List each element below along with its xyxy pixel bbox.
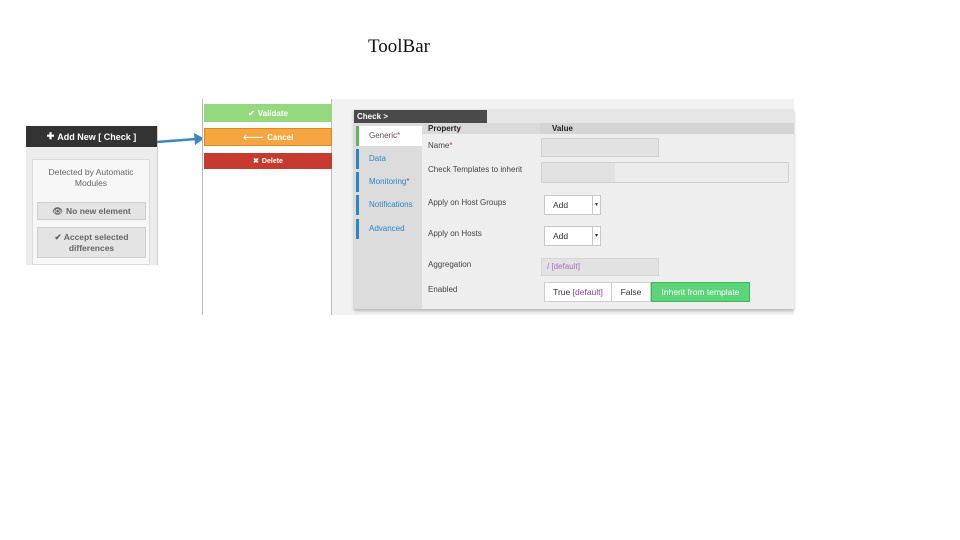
property-column-header: Property bbox=[422, 123, 540, 134]
add-new-label: Add New [ Check ] bbox=[57, 131, 137, 142]
aggregation-label: Aggregation bbox=[428, 260, 472, 269]
arrow-left-icon: 🡐 bbox=[242, 133, 265, 142]
left-toolbar: ✚ Add New [ Check ] Detected by Automati… bbox=[26, 126, 158, 265]
tab-notifications[interactable]: Notifications bbox=[356, 195, 422, 215]
caret-icon: ▾ bbox=[592, 195, 600, 215]
delete-label: Delete bbox=[261, 157, 283, 165]
no-new-element-button[interactable]: 👁 No new element bbox=[37, 202, 146, 220]
enabled-true-option[interactable]: True [default] bbox=[544, 282, 612, 302]
detected-panel: Detected by Automatic Modules 👁 No new e… bbox=[32, 159, 150, 265]
required-marker: * bbox=[406, 177, 410, 186]
slide-title: ToolBar bbox=[368, 36, 430, 57]
enabled-false-option[interactable]: False bbox=[611, 282, 651, 302]
value-column-header: Value bbox=[540, 123, 794, 134]
tab-monitoring[interactable]: Monitoring* bbox=[356, 172, 422, 192]
x-icon: ✖ bbox=[253, 158, 259, 165]
hosts-select[interactable]: Add ▾ bbox=[544, 226, 601, 246]
templates-label: Check Templates to inherit bbox=[428, 165, 523, 174]
tabs-column: Generic* Data Monitoring* Notifications … bbox=[354, 123, 422, 309]
required-marker: * bbox=[397, 131, 401, 140]
delete-button[interactable]: ✖ Delete bbox=[204, 153, 332, 169]
cancel-label: Cancel bbox=[267, 132, 294, 142]
tab-label: Monitoring bbox=[369, 177, 407, 186]
tab-label: Notifications bbox=[369, 200, 413, 209]
check-icon: ✔ bbox=[54, 232, 62, 242]
name-label: Name* bbox=[428, 141, 453, 150]
accept-label: Accept selected differences bbox=[63, 232, 129, 253]
templates-input[interactable] bbox=[541, 162, 789, 183]
host-groups-label: Apply on Host Groups bbox=[428, 198, 507, 207]
form-header: Check > bbox=[354, 110, 487, 123]
caret-icon: ▾ bbox=[592, 226, 600, 246]
name-input[interactable] bbox=[541, 138, 659, 157]
tab-generic[interactable]: Generic* bbox=[356, 126, 422, 146]
enabled-inherit-option[interactable]: Inherit from template bbox=[651, 282, 750, 302]
templates-input-fill bbox=[615, 163, 788, 182]
pointer-arrow-icon bbox=[156, 133, 204, 145]
enabled-label: Enabled bbox=[428, 285, 458, 294]
tab-label: Data bbox=[369, 154, 386, 163]
tab-data[interactable]: Data bbox=[356, 149, 422, 169]
cancel-button[interactable]: 🡐 Cancel bbox=[204, 128, 332, 146]
eye-icon: 👁 bbox=[52, 205, 64, 216]
validate-button[interactable]: ✔ Validate bbox=[204, 104, 332, 122]
properties-area: Property Value Name* Check Templates to … bbox=[422, 123, 794, 309]
tab-advanced[interactable]: Advanced bbox=[356, 219, 422, 239]
hosts-label: Apply on Hosts bbox=[428, 229, 482, 238]
plus-icon: ✚ bbox=[46, 131, 55, 141]
accept-differences-button[interactable]: ✔ Accept selected differences bbox=[37, 227, 146, 258]
tab-label: Advanced bbox=[369, 224, 405, 233]
tab-label: Generic bbox=[369, 131, 398, 140]
check-form: Check > Generic* Data Monitoring* Notifi… bbox=[354, 109, 794, 309]
check-icon: ✔ bbox=[248, 108, 255, 118]
validate-label: Validate bbox=[257, 108, 288, 118]
no-new-label: No new element bbox=[66, 206, 131, 216]
main-panel: Check > Generic* Data Monitoring* Notifi… bbox=[332, 99, 794, 315]
detected-text: Detected by Automatic Modules bbox=[48, 167, 134, 188]
host-groups-select[interactable]: Add ▾ bbox=[544, 195, 601, 215]
add-new-button[interactable]: ✚ Add New [ Check ] bbox=[26, 126, 157, 147]
action-toolbar: ✔ Validate 🡐 Cancel ✖ Delete bbox=[202, 99, 332, 315]
aggregation-input[interactable]: / [default] bbox=[541, 258, 659, 276]
